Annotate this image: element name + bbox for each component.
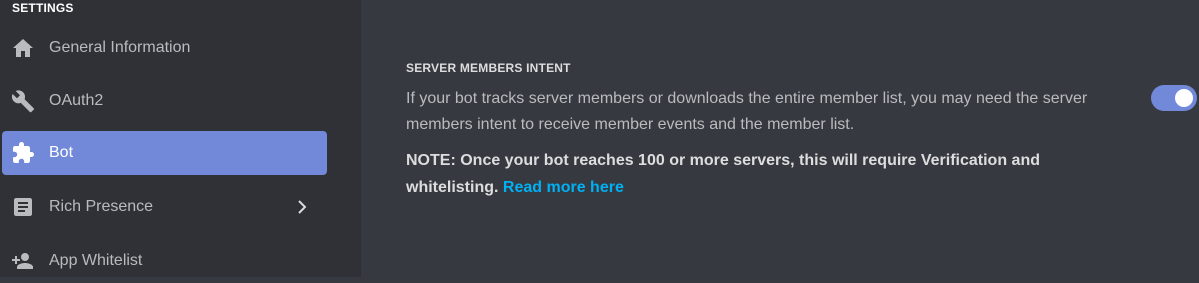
sidebar-item-label: Bot bbox=[49, 144, 74, 161]
sidebar-item-oauth2[interactable]: OAuth2 bbox=[2, 79, 327, 123]
sidebar-item-general-information[interactable]: General Information bbox=[2, 26, 327, 70]
person-add-icon bbox=[11, 249, 35, 273]
sidebar-item-rich-presence[interactable]: Rich Presence bbox=[2, 185, 327, 229]
chevron-right-icon bbox=[289, 195, 313, 219]
document-icon bbox=[11, 195, 35, 219]
intent-description: If your bot tracks server members or dow… bbox=[406, 90, 1088, 133]
puzzle-icon bbox=[11, 141, 35, 165]
sidebar-header: SETTINGS bbox=[12, 1, 74, 15]
sidebar-item-label: Rich Presence bbox=[49, 198, 154, 215]
home-icon bbox=[11, 36, 35, 60]
section-title: SERVER MEMBERS INTENT bbox=[406, 61, 571, 75]
verification-note: NOTE: Once your bot reaches 100 or more … bbox=[406, 147, 1106, 201]
toggle-knob bbox=[1175, 89, 1193, 107]
sidebar-item-bot[interactable]: Bot bbox=[2, 131, 327, 175]
server-members-intent-toggle[interactable] bbox=[1151, 85, 1197, 111]
note-text: NOTE: Once your bot reaches 100 or more … bbox=[406, 152, 1040, 196]
main-content: SERVER MEMBERS INTENT If your bot tracks… bbox=[361, 0, 1199, 277]
wrench-icon bbox=[11, 89, 35, 113]
sidebar-item-app-whitelist[interactable]: App Whitelist bbox=[2, 239, 327, 283]
sidebar-item-label: OAuth2 bbox=[49, 92, 104, 109]
sidebar: SETTINGS General Information OAuth2 Bot … bbox=[0, 0, 361, 277]
sidebar-item-label: General Information bbox=[49, 39, 191, 56]
read-more-link[interactable]: Read more here bbox=[503, 179, 624, 196]
sidebar-item-label: App Whitelist bbox=[49, 252, 143, 269]
